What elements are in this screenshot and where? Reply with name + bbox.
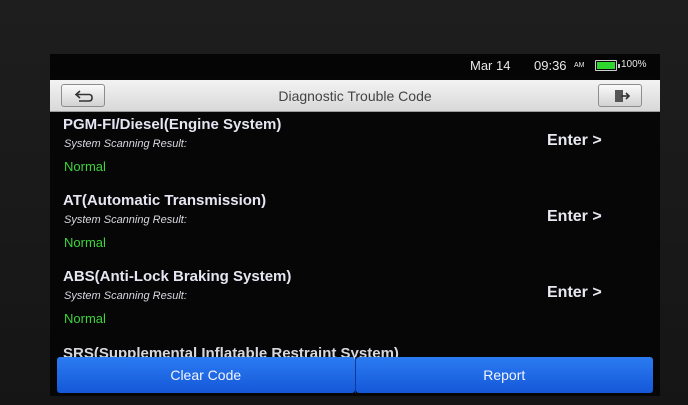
result-value: Normal [64, 311, 106, 326]
battery-percent: 100% [621, 59, 647, 70]
status-ampm: AM [574, 62, 585, 69]
system-name: ABS(Anti-Lock Braking System) [63, 268, 292, 285]
result-label: System Scanning Result: [64, 138, 187, 150]
list-item: ABS(Anti-Lock Braking System) System Sca… [50, 268, 660, 344]
system-name: AT(Automatic Transmission) [63, 192, 267, 209]
status-time: 09:36 [534, 58, 567, 73]
result-label: System Scanning Result: [64, 290, 187, 302]
system-name: PGM-FI/Diesel(Engine System) [63, 116, 282, 133]
result-value: Normal [64, 235, 106, 250]
device-screen: Mar 14 09:36 AM 100% Diagnostic Trouble … [50, 54, 660, 396]
battery-icon [595, 60, 620, 71]
battery-tip [618, 64, 620, 68]
list-item: AT(Automatic Transmission) System Scanni… [50, 192, 660, 268]
battery-level [597, 62, 615, 69]
page-title: Diagnostic Trouble Code [278, 88, 432, 104]
enter-button[interactable]: Enter > [547, 208, 602, 226]
result-label: System Scanning Result: [64, 214, 187, 226]
status-bar: Mar 14 09:36 AM 100% [50, 54, 660, 78]
bottom-action-bar: Clear Code Report [57, 357, 653, 393]
enter-button[interactable]: Enter > [547, 284, 602, 302]
result-value: Normal [64, 159, 106, 174]
report-button[interactable]: Report [355, 357, 653, 393]
exit-icon [615, 90, 631, 102]
clear-code-button[interactable]: Clear Code [57, 357, 355, 393]
exit-button[interactable] [598, 84, 642, 107]
list-item: PGM-FI/Diesel(Engine System) System Scan… [50, 116, 660, 192]
title-bar: Diagnostic Trouble Code [50, 80, 660, 112]
enter-button[interactable]: Enter > [547, 132, 602, 150]
status-date: Mar 14 [470, 58, 511, 73]
